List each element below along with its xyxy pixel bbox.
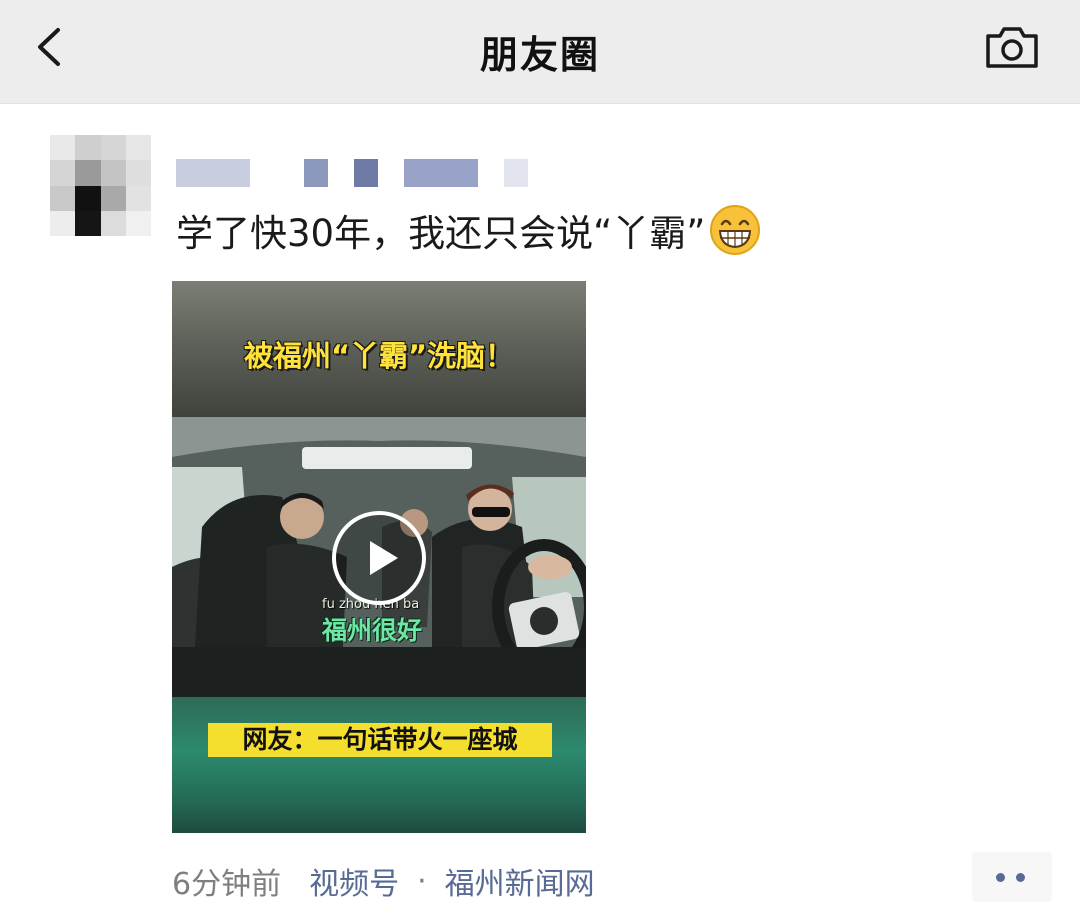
page-title: 朋友圈: [479, 33, 600, 77]
camera-icon: [986, 27, 1038, 68]
moment-post: 学了快30年，我还只会说“丫霸” 被福州“丫霸”洗脑！ fu zhou hen …: [0, 105, 1080, 922]
post-text: 学了快30年，我还只会说“丫霸”: [176, 203, 761, 257]
play-icon: [332, 511, 426, 605]
video-title-overlay: 被福州“丫霸”洗脑！: [243, 339, 515, 373]
video-caption-area: 网友：一句话带火一座城: [172, 697, 586, 833]
more-options-button[interactable]: [972, 852, 1052, 902]
channel-link[interactable]: 视频号: [309, 859, 399, 903]
post-text-content: 学了快30年，我还只会说“丫霸”: [176, 212, 706, 255]
top-navbar: 朋友圈: [0, 0, 1080, 104]
more-dots-icon: [996, 873, 1005, 882]
post-time: 6分钟前: [172, 867, 282, 902]
video-title-area: 被福州“丫霸”洗脑！: [172, 281, 586, 417]
source-link[interactable]: 福州新闻网: [445, 859, 595, 903]
video-thumbnail[interactable]: 被福州“丫霸”洗脑！ fu zhou hen ba 福州很好 网友：一句话带火一…: [172, 281, 586, 833]
meta-separator: ·: [417, 863, 427, 899]
play-button[interactable]: [330, 509, 428, 607]
grinning-face-icon: [710, 205, 761, 255]
post-meta: 6分钟前 视频号 · 福州新闻网: [172, 859, 595, 903]
username-blurred[interactable]: [176, 159, 536, 187]
camera-button[interactable]: [984, 24, 1040, 70]
avatar[interactable]: [50, 135, 151, 236]
more-dots-icon: [1016, 873, 1025, 882]
video-subtitle-text: 福州很好: [322, 616, 423, 645]
video-caption-overlay: 网友：一句话带火一座城: [208, 723, 552, 757]
